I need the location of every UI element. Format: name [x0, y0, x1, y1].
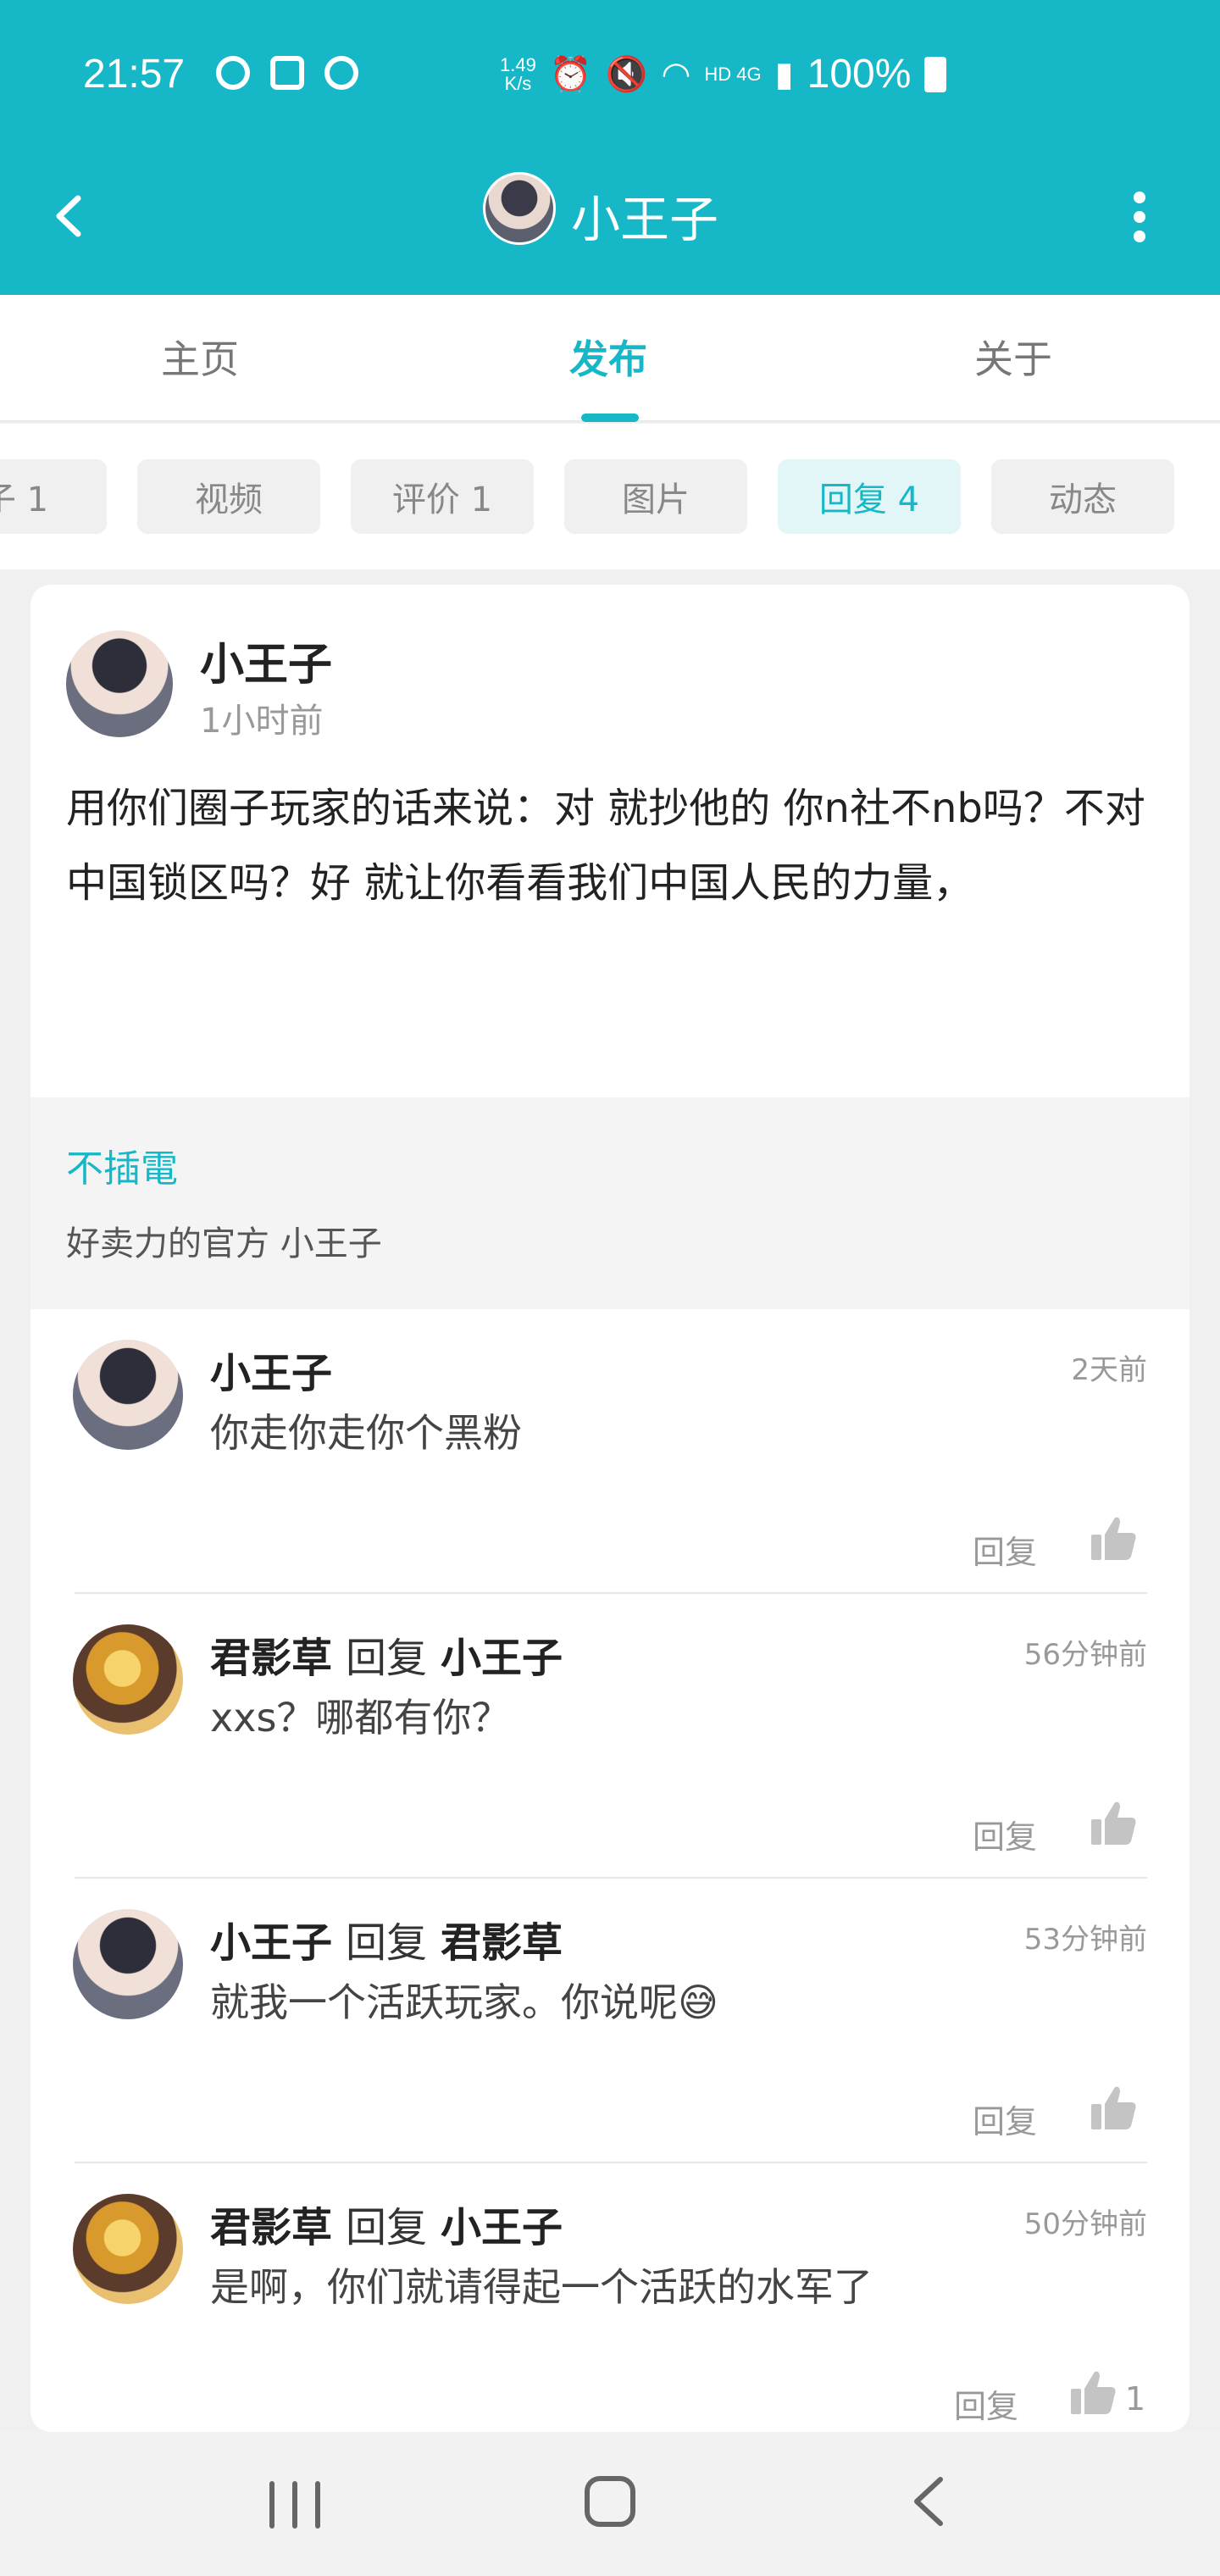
clock-app-icon: [270, 56, 304, 90]
tab-home[interactable]: 主页: [161, 329, 239, 385]
status-time: 21:57: [83, 52, 186, 97]
profile-tabs: 主页 发布 关于: [0, 295, 1220, 422]
mute-icon: 🔇: [605, 56, 648, 93]
avatar[interactable]: [73, 2194, 183, 2304]
list-item: 君影草 回复 小王子 56分钟前 xxs？哪都有你？ 回复: [30, 1594, 1190, 1879]
signal-icon: ▮: [774, 55, 794, 93]
avatar[interactable]: [73, 1624, 183, 1735]
battery-percent: 100%: [807, 52, 912, 97]
comment-author[interactable]: 君影草: [210, 1635, 332, 1682]
alarm-icon: ⏰: [549, 56, 592, 93]
network-type: HD 4G: [704, 63, 762, 85]
like-button[interactable]: [1066, 2365, 1120, 2419]
comment-header: 君影草 回复 小王子: [210, 2194, 563, 2253]
more-dot: [1134, 211, 1145, 223]
tab-indicator: [581, 414, 639, 422]
chip-reviews[interactable]: 评价 1: [351, 459, 534, 534]
thumbs-up-icon: [1091, 2086, 1136, 2129]
reply-button[interactable]: 回复: [973, 1811, 1037, 1857]
status-right-icons: 1.49 K/s ⏰ 🔇 ◠ HD 4G ▮ 100%: [500, 51, 947, 97]
more-button[interactable]: [1118, 183, 1161, 251]
chip-posts[interactable]: 子 1: [0, 459, 107, 534]
comment-time: 50分钟前: [1023, 2207, 1147, 2241]
reply-button[interactable]: 回复: [973, 1526, 1037, 1573]
reply-word: 回复: [346, 1635, 428, 1682]
comment-header: 小王子 回复 君影草: [210, 1909, 563, 1968]
comment-text: xxs？哪都有你？: [210, 1695, 511, 1740]
comment-author[interactable]: 小王子: [210, 1919, 332, 1967]
reply-word: 回复: [346, 1919, 428, 1967]
more-vertical-icon: [1134, 192, 1145, 203]
status-bar: 21:57 1.49 K/s ⏰ 🔇 ◠ HD 4G ▮ 100%: [0, 0, 1220, 153]
referenced-text: 好卖力的官方 小王子: [66, 1224, 382, 1263]
post-time: 1小时前: [200, 702, 324, 741]
referenced-post[interactable]: 不插電 好卖力的官方 小王子: [30, 1097, 1190, 1309]
app-bar: 小王子: [0, 153, 1220, 295]
like-count: 1: [1124, 2380, 1145, 2418]
back-arrow-icon: [914, 2477, 943, 2526]
referenced-author[interactable]: 不插電: [66, 1138, 178, 1192]
avatar[interactable]: [66, 630, 173, 737]
list-item: 小王子 2天前 你走你走你个黑粉 回复: [30, 1309, 1190, 1594]
reply-button[interactable]: 回复: [973, 2096, 1037, 2142]
tab-posts[interactable]: 发布: [569, 329, 647, 385]
thumbs-up-icon: [1071, 2371, 1116, 2414]
comment-text: 就我一个活跃玩家。你说呢😅: [210, 1979, 718, 2025]
avatar[interactable]: [73, 1340, 183, 1450]
reply-target[interactable]: 君影草: [441, 1919, 563, 1967]
speed-value: 1.49: [500, 53, 536, 75]
avatar[interactable]: [73, 1909, 183, 2019]
post-card: 小王子 1小时前 用你们圈子玩家的话来说：对 就抄他的 你n社不nb吗？不对中国…: [30, 585, 1190, 2432]
back-button[interactable]: [41, 186, 100, 246]
battery-icon: [924, 56, 947, 92]
post-author[interactable]: 小王子: [200, 629, 332, 692]
recent-bar: [292, 2481, 297, 2529]
speed-unit: K/s: [504, 72, 532, 94]
comment-time: 56分钟前: [1023, 1638, 1147, 1672]
comment-text: 你走你走你个黑粉: [210, 1410, 522, 1456]
comment-author[interactable]: 君影草: [210, 2204, 332, 2251]
comment-header: 君影草 回复 小王子: [210, 1624, 563, 1684]
thumbs-up-icon: [1091, 1517, 1136, 1560]
comment-author[interactable]: 小王子: [210, 1350, 332, 1397]
reply-target[interactable]: 小王子: [441, 1635, 563, 1682]
home-button[interactable]: [585, 2476, 635, 2527]
tab-about[interactable]: 关于: [974, 329, 1052, 385]
avatar[interactable]: [483, 172, 556, 245]
comment-text: 是啊，你们就请得起一个活跃的水军了: [210, 2264, 873, 2310]
network-speed: 1.49 K/s: [500, 53, 536, 94]
search-app-icon: [324, 56, 358, 90]
reply-word: 回复: [346, 2204, 428, 2251]
recent-bar: [315, 2481, 320, 2529]
chip-video[interactable]: 视频: [137, 459, 320, 534]
chevron-left-icon: [56, 195, 81, 237]
system-back-button[interactable]: [907, 2474, 951, 2529]
list-item: 小王子 回复 君影草 53分钟前 就我一个活跃玩家。你说呢😅 回复: [30, 1879, 1190, 2163]
thumbs-up-icon: [1091, 1802, 1136, 1845]
wifi-icon: ◠: [661, 55, 691, 93]
like-button[interactable]: [1086, 1796, 1140, 1850]
page-title: 小王子: [571, 191, 719, 248]
reply-button[interactable]: 回复: [954, 2380, 1018, 2427]
filter-chips: 子 1 视频 评价 1 图片 回复 4 动态: [0, 424, 1220, 569]
like-button[interactable]: [1086, 1511, 1140, 1565]
comment-time: 2天前: [1071, 1353, 1147, 1387]
comment-header: 小王子: [210, 1340, 359, 1399]
chip-activity[interactable]: 动态: [991, 459, 1174, 534]
more-dot: [1134, 230, 1145, 242]
status-left-icons: [216, 56, 358, 90]
system-nav-bar: [0, 2432, 1220, 2576]
like-button[interactable]: [1086, 2080, 1140, 2135]
recent-apps-button[interactable]: [269, 2481, 320, 2529]
reply-target[interactable]: 小王子: [441, 2204, 563, 2251]
list-item: 君影草 回复 小王子 50分钟前 是啊，你们就请得起一个活跃的水军了 回复 1: [30, 2163, 1190, 2432]
chip-replies[interactable]: 回复 4: [778, 459, 961, 534]
comment-time: 53分钟前: [1023, 1923, 1147, 1957]
recent-apps-icon: [269, 2481, 274, 2529]
chip-images[interactable]: 图片: [564, 459, 747, 534]
post-body: 用你们圈子玩家的话来说：对 就抄他的 你n社不nb吗？不对中国锁区吗？好 就让你…: [66, 785, 1145, 907]
app-notification-icon: [216, 56, 250, 90]
